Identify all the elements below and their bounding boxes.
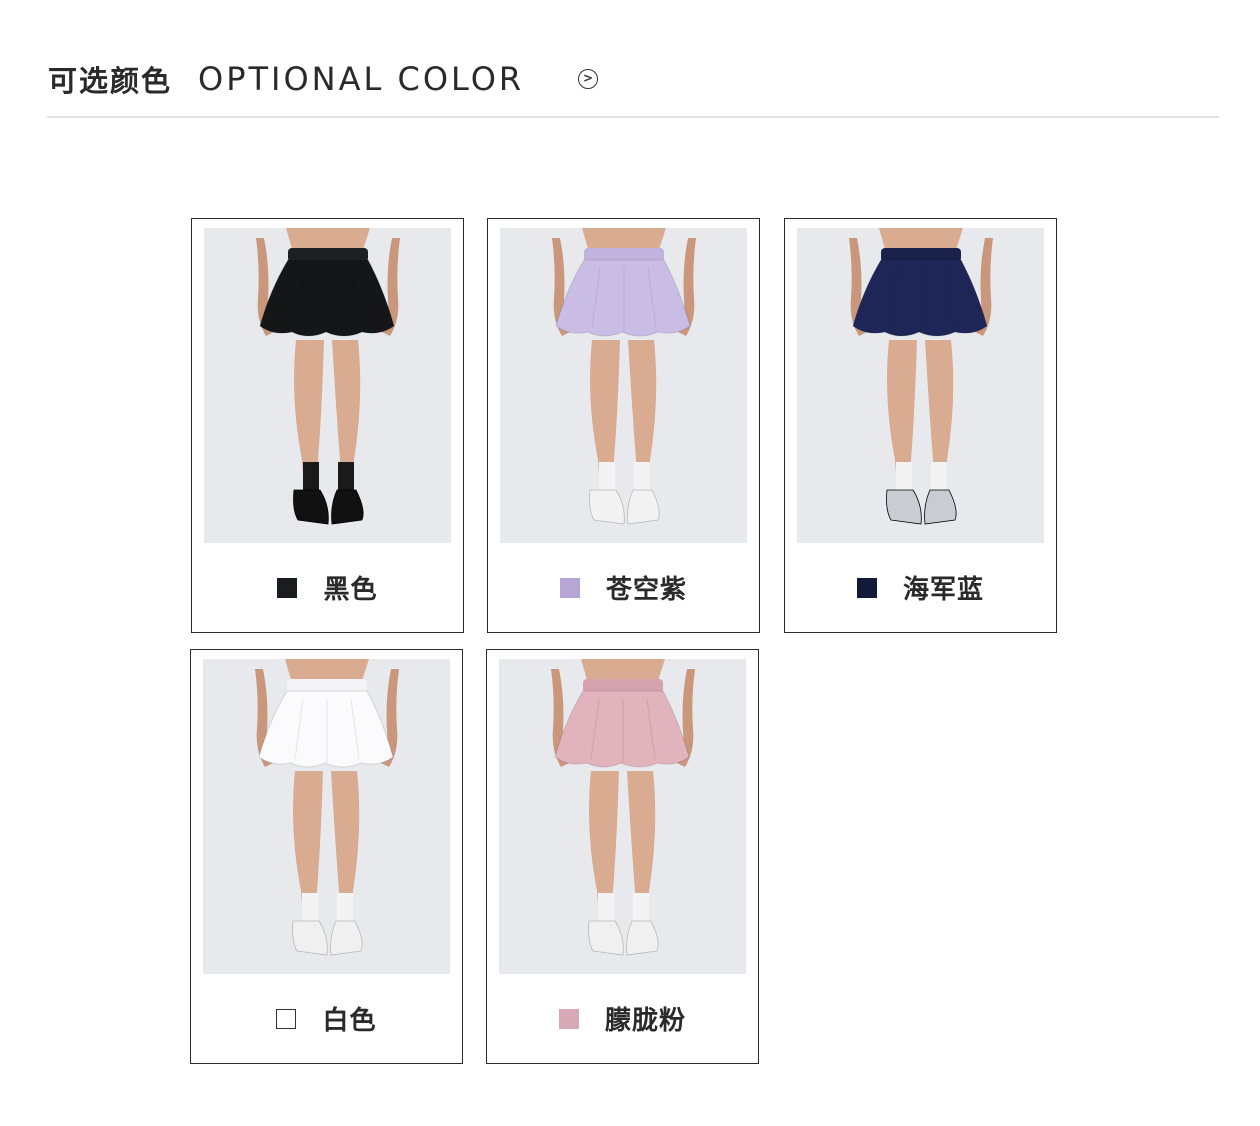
color-card[interactable]: 朦胧粉 (486, 649, 759, 1064)
chevron-right-circle-icon[interactable]: > (578, 69, 598, 89)
color-swatch (559, 577, 580, 598)
color-swatch (558, 1008, 579, 1029)
color-card[interactable]: 黑色 (191, 218, 464, 633)
section-header: 可选颜色 OPTIONAL COLOR (48, 58, 524, 100)
color-name: 苍空紫 (605, 575, 687, 605)
product-photo (797, 228, 1044, 543)
product-photo (204, 228, 451, 543)
color-name: 朦胧粉 (604, 1006, 686, 1036)
section-title-cn: 可选颜色 (48, 64, 173, 98)
color-name: 海军蓝 (902, 575, 984, 605)
color-label-row: 黑色 (192, 569, 463, 606)
product-photo (499, 659, 746, 974)
color-card[interactable]: 苍空紫 (487, 218, 760, 633)
color-name: 黑色 (323, 575, 378, 605)
product-photo (500, 228, 747, 543)
color-swatch (276, 1008, 297, 1029)
color-swatch (277, 577, 298, 598)
color-card[interactable]: 海军蓝 (784, 218, 1057, 633)
color-card[interactable]: 白色 (190, 649, 463, 1064)
color-label-row: 白色 (191, 1000, 462, 1037)
header-divider (47, 116, 1219, 118)
color-label-row: 海军蓝 (785, 569, 1056, 606)
section-title-en: OPTIONAL COLOR (198, 60, 525, 98)
color-swatch (856, 577, 877, 598)
product-photo (203, 659, 450, 974)
color-name: 白色 (322, 1006, 377, 1036)
color-label-row: 苍空紫 (488, 569, 759, 606)
color-label-row: 朦胧粉 (487, 1000, 758, 1037)
